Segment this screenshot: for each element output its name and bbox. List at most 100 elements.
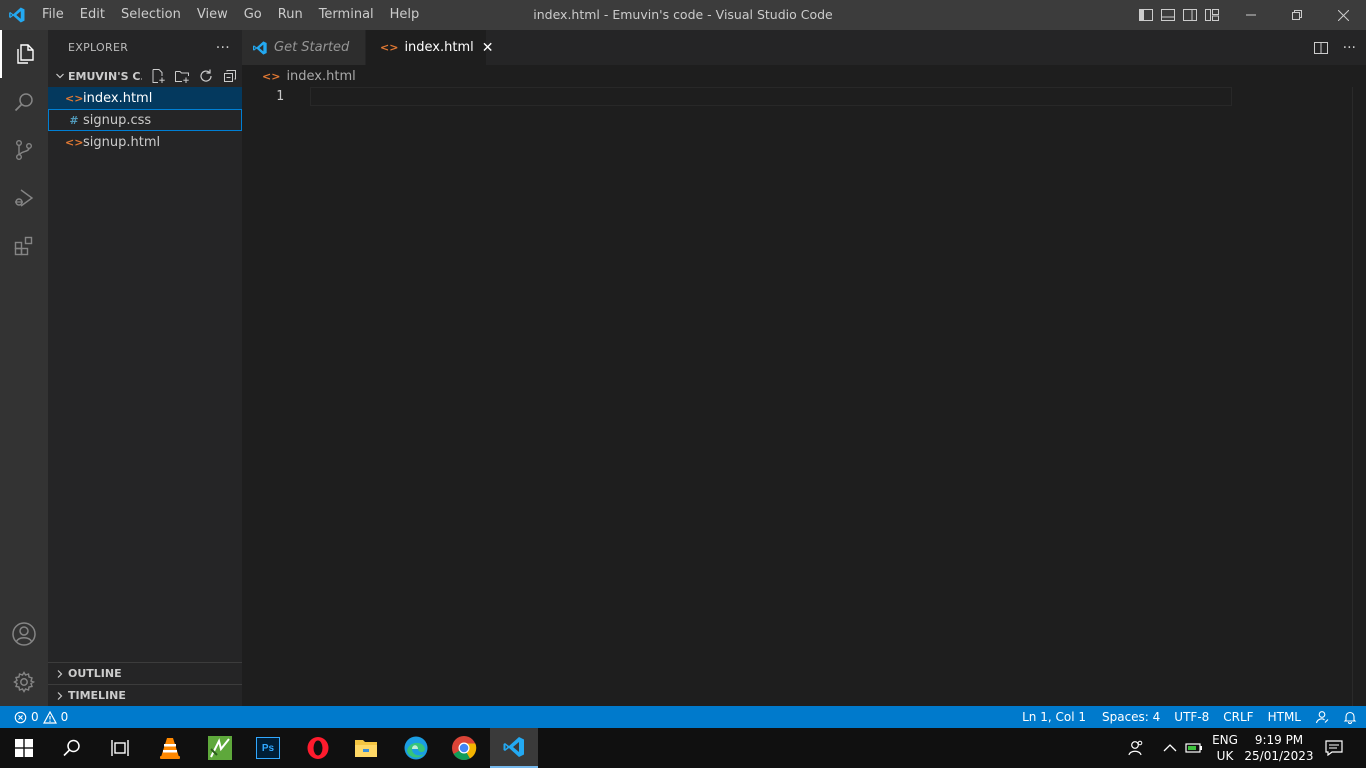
windows-taskbar: Ps ENG UK 9:19 PM 25/01/2023 — [0, 728, 1366, 768]
tab-label: Get Started — [274, 40, 350, 55]
cursor-position[interactable]: Ln 1, Col 1 — [1015, 706, 1093, 728]
menu-view[interactable]: View — [189, 0, 236, 30]
collapse-all-icon[interactable] — [222, 68, 238, 84]
html-file-icon: <> — [262, 69, 281, 83]
gear-icon[interactable] — [0, 658, 48, 706]
menu-run[interactable]: Run — [270, 0, 311, 30]
explorer-icon[interactable] — [0, 30, 48, 78]
source-control-icon[interactable] — [0, 126, 48, 174]
chevron-up-icon[interactable] — [1158, 728, 1182, 768]
chevron-right-icon — [52, 669, 68, 679]
window-controls — [1228, 0, 1366, 30]
people-icon[interactable] — [1122, 728, 1148, 768]
error-icon — [14, 711, 27, 724]
vlc-icon[interactable] — [146, 728, 194, 768]
clock[interactable]: 9:19 PM 25/01/2023 — [1244, 728, 1314, 768]
chrome-icon[interactable] — [440, 728, 488, 768]
split-editor-icon[interactable] — [1313, 40, 1329, 56]
extensions-icon[interactable] — [0, 222, 48, 270]
end-of-line[interactable]: CRLF — [1216, 706, 1260, 728]
toggle-primary-sidebar-icon[interactable] — [1138, 7, 1154, 23]
chevron-down-icon — [52, 71, 68, 81]
problems-indicator[interactable]: 0 0 — [0, 710, 68, 724]
clock-date: 25/01/2023 — [1244, 749, 1314, 763]
editor-tab-bar: Get Started <> index.html ✕ ··· — [242, 30, 1366, 65]
photoshop-icon[interactable]: Ps — [244, 728, 292, 768]
tab-label: index.html — [404, 40, 474, 55]
new-file-icon[interactable] — [150, 68, 166, 84]
restore-icon[interactable] — [1274, 0, 1320, 30]
editor-scrollbar[interactable] — [1352, 87, 1366, 706]
editor-actions: ··· — [1313, 30, 1356, 65]
breadcrumb-file[interactable]: index.html — [286, 69, 355, 84]
language-line-1: ENG — [1212, 733, 1238, 747]
toggle-panel-icon[interactable] — [1160, 7, 1176, 23]
menu-go[interactable]: Go — [236, 0, 270, 30]
file-explorer-icon[interactable] — [342, 728, 390, 768]
css-file-icon: # — [69, 113, 79, 127]
tab-index-html[interactable]: <> index.html ✕ — [366, 30, 493, 65]
explorer-more-actions-icon[interactable]: ··· — [216, 40, 230, 56]
menu-terminal[interactable]: Terminal — [311, 0, 382, 30]
language-line-2: UK — [1216, 749, 1234, 763]
menu-edit[interactable]: Edit — [72, 0, 113, 30]
account-icon[interactable] — [0, 610, 48, 658]
folder-name: EMUVIN'S C... — [68, 69, 142, 83]
toggle-secondary-sidebar-icon[interactable] — [1182, 7, 1198, 23]
search-icon[interactable] — [48, 728, 96, 768]
file-name: signup.css — [83, 112, 152, 128]
folder-header[interactable]: EMUVIN'S C... — [48, 65, 242, 87]
warning-icon — [42, 710, 57, 724]
timeline-pane-header[interactable]: TIMELINE — [48, 684, 242, 706]
vscode-logo-icon — [0, 0, 34, 30]
feedback-icon[interactable] — [1308, 706, 1336, 728]
minimize-icon[interactable] — [1228, 0, 1274, 30]
tab-get-started[interactable]: Get Started — [242, 30, 366, 65]
photoshop-label: Ps — [256, 737, 280, 759]
run-debug-icon[interactable] — [0, 174, 48, 222]
error-count: 0 — [31, 710, 39, 724]
editor-area[interactable]: 1 — [242, 87, 1366, 706]
vscode-icon[interactable] — [490, 728, 538, 768]
opera-icon[interactable] — [294, 728, 342, 768]
new-folder-icon[interactable] — [174, 68, 190, 84]
camtasia-icon[interactable] — [196, 728, 244, 768]
folder-actions — [150, 68, 238, 84]
current-line-highlight — [310, 87, 1232, 106]
indentation[interactable]: Spaces: 4 — [1093, 706, 1167, 728]
outline-label: OUTLINE — [68, 667, 122, 680]
line-number: 1 — [276, 89, 284, 104]
network-battery-icon[interactable] — [1183, 728, 1207, 768]
edge-icon[interactable] — [392, 728, 440, 768]
html-file-icon: <> — [65, 91, 84, 105]
windows-start-icon[interactable] — [0, 728, 48, 768]
menu-bar: File Edit Selection View Go Run Terminal… — [34, 0, 427, 30]
status-bar: 0 0 Ln 1, Col 1 Spaces: 4 UTF-8 CRLF HTM… — [0, 706, 1366, 728]
breadcrumb: <> index.html — [242, 65, 1366, 87]
outline-pane-header[interactable]: OUTLINE — [48, 662, 242, 684]
customize-layout-icon[interactable] — [1204, 7, 1220, 23]
file-item-signup-css[interactable]: # signup.css — [48, 109, 242, 131]
task-view-icon[interactable] — [96, 728, 144, 768]
editor-more-actions-icon[interactable]: ··· — [1343, 40, 1356, 56]
search-icon[interactable] — [0, 78, 48, 126]
menu-selection[interactable]: Selection — [113, 0, 189, 30]
refresh-icon[interactable] — [198, 68, 214, 84]
vscode-logo-icon — [252, 40, 268, 56]
language-mode[interactable]: HTML — [1261, 706, 1308, 728]
language-indicator[interactable]: ENG UK — [1208, 728, 1242, 768]
close-icon[interactable]: ✕ — [482, 40, 494, 56]
close-window-icon[interactable] — [1320, 0, 1366, 30]
status-right: Ln 1, Col 1 Spaces: 4 UTF-8 CRLF HTML — [1015, 706, 1366, 728]
explorer-sidebar: EXPLORER ··· EMUVIN'S C... <> index.html… — [48, 30, 242, 706]
notifications-bell-icon[interactable] — [1336, 706, 1366, 728]
action-center-icon[interactable] — [1318, 728, 1350, 768]
file-item-index-html[interactable]: <> index.html — [48, 87, 242, 109]
html-file-icon: <> — [65, 135, 84, 149]
menu-file[interactable]: File — [34, 0, 72, 30]
file-name: signup.html — [83, 134, 161, 150]
menu-help[interactable]: Help — [382, 0, 428, 30]
file-item-signup-html[interactable]: <> signup.html — [48, 131, 242, 153]
chevron-right-icon — [52, 691, 68, 701]
encoding[interactable]: UTF-8 — [1167, 706, 1216, 728]
